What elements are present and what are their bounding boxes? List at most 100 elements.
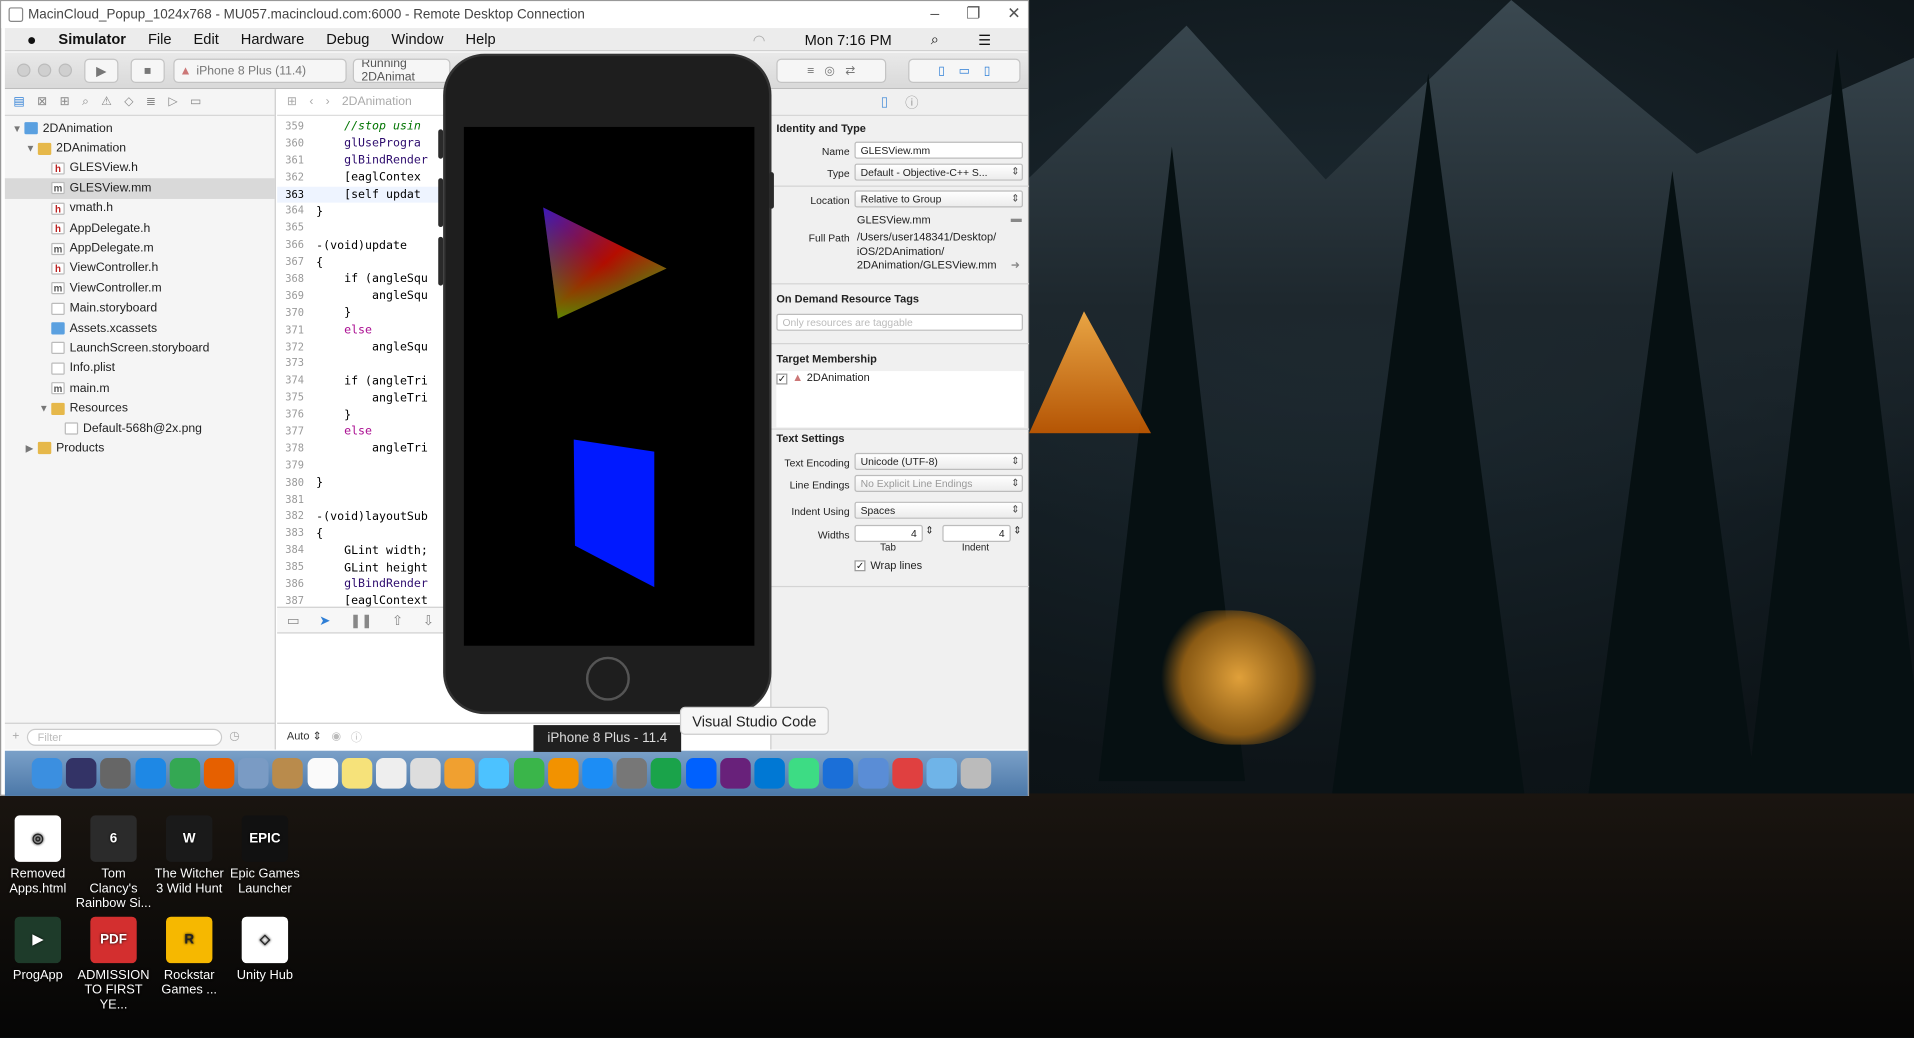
siri-icon[interactable]	[66, 758, 97, 789]
add-file-icon[interactable]: +	[12, 730, 19, 743]
desktop-shortcut[interactable]: ◇ Unity Hub	[227, 916, 303, 983]
step-over-icon[interactable]: ⇧	[392, 612, 403, 628]
quick-help-tab-icon[interactable]: ⓘ	[905, 92, 918, 112]
file-tree-item[interactable]: Info.plist	[5, 359, 275, 379]
zoom-traffic-light[interactable]	[58, 63, 73, 77]
menu-file[interactable]: File	[148, 31, 172, 48]
file-tree-item[interactable]: h AppDelegate.h	[5, 218, 275, 238]
contacts-icon[interactable]	[272, 758, 304, 789]
wrap-lines-checkbox[interactable]: ✓	[854, 559, 866, 571]
debug-area-toggle-icon[interactable]: ▭	[959, 64, 971, 77]
quick-look-icon[interactable]: ◉	[331, 730, 341, 743]
simulator-screen[interactable]	[463, 126, 755, 646]
dropbox-icon[interactable]	[685, 758, 717, 789]
test-navigator-icon[interactable]: ◇	[124, 95, 133, 108]
scheme-selector[interactable]: ▲ iPhone 8 Plus (11.4)	[173, 58, 347, 84]
system-prefs-icon[interactable]	[616, 758, 648, 789]
file-tree-item[interactable]: LaunchScreen.storyboard	[5, 338, 275, 358]
desktop-shortcut[interactable]: W The Witcher 3 Wild Hunt	[151, 815, 227, 896]
pages-icon[interactable]	[410, 758, 441, 789]
navigator-filter-input[interactable]: Filter	[26, 728, 222, 746]
related-items-icon[interactable]: ⊞	[287, 95, 297, 108]
launchpad-icon[interactable]	[100, 758, 132, 789]
ibooks-icon[interactable]	[547, 758, 579, 789]
odr-tags-field[interactable]: Only resources are taggable	[776, 313, 1023, 331]
file-tree-item[interactable]: m main.m	[5, 379, 275, 399]
close-traffic-light[interactable]	[17, 63, 31, 77]
facetime-icon[interactable]	[513, 758, 544, 789]
reminders-icon[interactable]	[375, 758, 407, 789]
source-control-icon[interactable]: ⊠	[37, 95, 47, 108]
desktop-shortcut[interactable]: PDF ADMISSION TO FIRST YE...	[76, 916, 152, 1012]
folder-icon[interactable]	[891, 758, 923, 789]
project-navigator-icon[interactable]: ▤	[13, 95, 25, 108]
name-field[interactable]: GLESView.mm	[854, 141, 1023, 159]
notification-center-icon[interactable]: ☰	[978, 31, 991, 48]
utilities-toggle-icon[interactable]: ▯	[984, 64, 991, 77]
visual-studio-icon[interactable]	[719, 758, 751, 789]
breakpoints-toggle-icon[interactable]: ➤	[319, 612, 330, 628]
minimize-icon[interactable]: –	[930, 4, 939, 24]
android-studio-icon[interactable]	[788, 758, 820, 789]
desktop-shortcut[interactable]: 6 Tom Clancy's Rainbow Si...	[76, 815, 152, 911]
file-tree-item[interactable]: Default-568h@2x.png	[5, 419, 275, 439]
folder-icon[interactable]: ▬	[1011, 212, 1022, 224]
finder-icon[interactable]	[31, 758, 63, 789]
home-button[interactable]	[585, 656, 630, 701]
close-icon[interactable]: ✕	[1007, 4, 1020, 24]
navigator-toggle-icon[interactable]: ▯	[938, 64, 945, 77]
run-button[interactable]: ▶	[84, 58, 119, 84]
file-tree-item[interactable]: Main.storyboard	[5, 298, 275, 318]
step-into-icon[interactable]: ⇩	[423, 612, 434, 628]
appstore-icon[interactable]	[582, 758, 613, 789]
trash-icon[interactable]	[960, 758, 992, 789]
back-icon[interactable]: ‹	[309, 95, 313, 108]
desktop-shortcut[interactable]: ◎ Removed Apps.html	[0, 815, 76, 896]
menu-help[interactable]: Help	[465, 31, 495, 48]
photos-icon[interactable]	[444, 758, 476, 789]
symbol-navigator-icon[interactable]: ⊞	[60, 95, 70, 108]
view-toggle-group[interactable]: ▯ ▭ ▯	[908, 58, 1021, 84]
file-tree-item[interactable]: h vmath.h	[5, 198, 275, 218]
file-tree-item[interactable]: ▶ Products	[5, 439, 275, 459]
wifi-icon[interactable]: ◠	[753, 31, 766, 48]
file-tree-item[interactable]: Assets.xcassets	[5, 318, 275, 338]
messages-icon[interactable]	[479, 758, 510, 789]
file-tree-item[interactable]: m ViewController.m	[5, 278, 275, 298]
safari-icon[interactable]	[134, 758, 166, 789]
hide-debug-area-icon[interactable]: ▭	[287, 612, 300, 628]
file-tree-item[interactable]: ▼ Resources	[5, 399, 275, 419]
volume-up-button[interactable]	[438, 178, 444, 228]
forward-icon[interactable]: ›	[326, 95, 330, 108]
tab-width-stepper[interactable]: ⇕	[925, 525, 933, 536]
report-navigator-icon[interactable]: ▭	[190, 95, 202, 108]
minimize-traffic-light[interactable]	[37, 63, 52, 77]
chrome-icon[interactable]	[169, 758, 200, 789]
disclosure-triangle-icon[interactable]: ▼	[39, 403, 51, 414]
notes-icon[interactable]	[341, 758, 372, 789]
variables-scope-select[interactable]: Auto ⇕	[287, 730, 322, 743]
menu-hardware[interactable]: Hardware	[241, 31, 305, 48]
xcode-icon[interactable]	[823, 758, 854, 789]
file-tree-item[interactable]: m AppDelegate.m	[5, 238, 275, 258]
firefox-icon[interactable]	[203, 758, 235, 789]
preview-icon[interactable]	[238, 758, 269, 789]
desktop-shortcut[interactable]: EPIC Epic Games Launcher	[227, 815, 303, 896]
power-button[interactable]	[769, 172, 774, 209]
menu-app-name[interactable]: Simulator	[58, 31, 126, 48]
reveal-arrow-icon[interactable]: ➜	[1011, 259, 1020, 272]
indent-width-field[interactable]: 4	[942, 524, 1011, 542]
desktop-shortcut[interactable]: ▶ ProgApp	[0, 916, 76, 983]
editor-mode-group[interactable]: ≡ ◎ ⇄	[776, 58, 887, 84]
file-tree-item[interactable]: m GLESView.mm	[4, 178, 275, 199]
target-checkbox[interactable]: ✓	[776, 373, 788, 385]
indent-width-stepper[interactable]: ⇕	[1013, 525, 1021, 536]
disclosure-triangle-icon[interactable]: ▶	[26, 443, 38, 454]
file-inspector-tab-icon[interactable]: ▯	[881, 94, 888, 110]
line-endings-select[interactable]: No Explicit Line Endings	[854, 474, 1023, 492]
indent-using-select[interactable]: Spaces	[854, 501, 1023, 519]
evernote-icon[interactable]	[651, 758, 682, 789]
restore-icon[interactable]: ❐	[966, 4, 980, 24]
breadcrumb[interactable]: 2DAnimation	[342, 95, 412, 108]
pause-icon[interactable]: ❚❚	[350, 612, 373, 628]
